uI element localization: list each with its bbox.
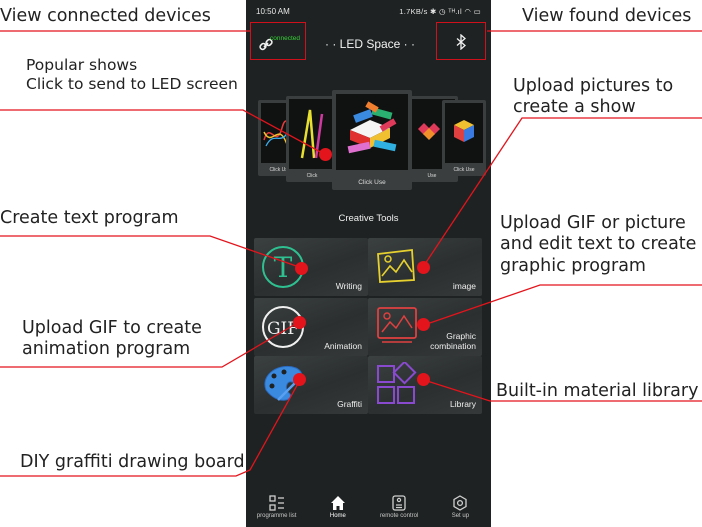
remote-icon: [392, 495, 406, 511]
annotation-create-text: Create text program: [0, 208, 179, 228]
annotation-popular-shows: Popular shows Click to send to LED scree…: [26, 56, 238, 93]
annotation-dot-image: [417, 261, 430, 274]
top-bar: connected · · LED Space · ·: [246, 22, 491, 68]
graphic-icon: [377, 307, 417, 343]
connected-devices-button[interactable]: connected: [250, 22, 306, 60]
annotation-material-library: Built-in material library: [496, 381, 699, 401]
nav-remote-control[interactable]: remote control: [369, 495, 429, 519]
phone-screen: 10:50 AM 1.7KB/s ✱ ◷ ᵀᴴ.ıl ◠ ▭ connected…: [246, 0, 491, 527]
tile-label: Animation: [324, 340, 362, 351]
tile-label: Writing: [335, 280, 362, 291]
status-bar: 10:50 AM 1.7KB/s ✱ ◷ ᵀᴴ.ıl ◠ ▭: [246, 0, 491, 22]
svg-text:T: T: [274, 251, 293, 284]
show-caption: Click: [306, 173, 318, 179]
nav-label: Set up: [451, 513, 470, 519]
popular-shows-carousel[interactable]: Click Use Click Use Click Use Click Use: [246, 90, 491, 190]
tile-label: Library: [450, 398, 476, 409]
annotation-graffiti-board: DIY graffiti drawing board: [20, 452, 245, 472]
annotation-upload-gif-animation: Upload GIF to create animation program: [22, 318, 202, 360]
tile-label: Graphic combination: [430, 330, 476, 351]
library-icon: [377, 362, 417, 404]
annotation-found-devices: View found devices: [522, 6, 692, 26]
nav-home[interactable]: Home: [308, 495, 368, 519]
annotation-dot-writing: [295, 262, 308, 275]
show-caption: Click Use: [453, 167, 475, 173]
annotation-upload-pictures: Upload pictures to create a show: [513, 76, 674, 118]
animation-tile[interactable]: GIF Animation: [254, 298, 368, 356]
tile-label: Graffiti: [337, 398, 362, 409]
app-title: · · LED Space · ·: [324, 37, 416, 51]
annotation-connected-devices: View connected devices: [0, 6, 211, 26]
nav-label: remote control: [379, 513, 419, 519]
annotation-upload-gif-picture: Upload GIF or picture and edit text to c…: [500, 213, 697, 276]
tile-label: image: [452, 280, 476, 291]
status-time: 10:50 AM: [256, 6, 290, 16]
home-icon: [330, 496, 345, 510]
graffiti-tile[interactable]: Graffiti: [254, 356, 368, 414]
annotation-dot-library: [417, 373, 430, 386]
creative-tools-title: Creative Tools: [338, 213, 399, 224]
show-card-left[interactable]: Click: [286, 96, 338, 182]
status-icons: 1.7KB/s ✱ ◷ ᵀᴴ.ıl ◠ ▭: [399, 6, 481, 16]
annotation-dot-graphic: [417, 318, 430, 331]
nav-label: programme list: [256, 513, 297, 519]
nav-set-up[interactable]: Set up: [430, 495, 490, 519]
gear-icon: [453, 495, 468, 511]
show-thumbnail-blocks: [347, 101, 397, 154]
annotation-dot-popular-shows: [319, 148, 332, 161]
bottom-nav: programme list Home remote control Set u…: [246, 470, 491, 527]
nav-programme-list[interactable]: programme list: [247, 495, 307, 519]
connection-status: connected: [270, 35, 300, 42]
show-thumbnail-cube: [454, 120, 474, 142]
annotation-dot-animation: [293, 316, 306, 329]
bluetooth-icon: [456, 34, 466, 50]
writing-tile[interactable]: T Writing: [254, 238, 368, 296]
show-thumbnail-diamonds: [418, 123, 440, 140]
nav-label: Home: [329, 513, 346, 519]
image-icon: [377, 248, 415, 283]
annotation-dot-graffiti: [293, 373, 306, 386]
show-card-far-right[interactable]: Click Use: [442, 100, 486, 176]
show-card-center[interactable]: Click Use: [332, 90, 412, 190]
show-caption: Click Use: [358, 179, 386, 186]
list-icon: [268, 495, 284, 511]
found-devices-button[interactable]: [436, 22, 486, 60]
